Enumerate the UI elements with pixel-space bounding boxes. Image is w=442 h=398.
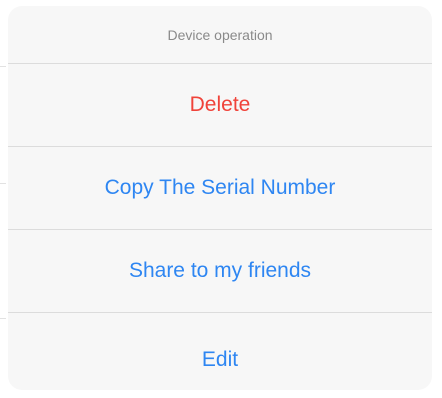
device-operation-action-sheet: Device operation Delete Copy The Serial … xyxy=(8,6,432,390)
background-divider xyxy=(0,66,6,67)
background-divider xyxy=(0,318,6,319)
action-sheet-header: Device operation xyxy=(8,6,432,64)
edit-button[interactable]: Edit xyxy=(8,313,432,390)
share-to-friends-button[interactable]: Share to my friends xyxy=(8,230,432,313)
action-sheet-title: Device operation xyxy=(167,26,273,43)
delete-button[interactable]: Delete xyxy=(8,64,432,147)
copy-serial-number-button[interactable]: Copy The Serial Number xyxy=(8,147,432,230)
background-divider xyxy=(0,183,6,184)
